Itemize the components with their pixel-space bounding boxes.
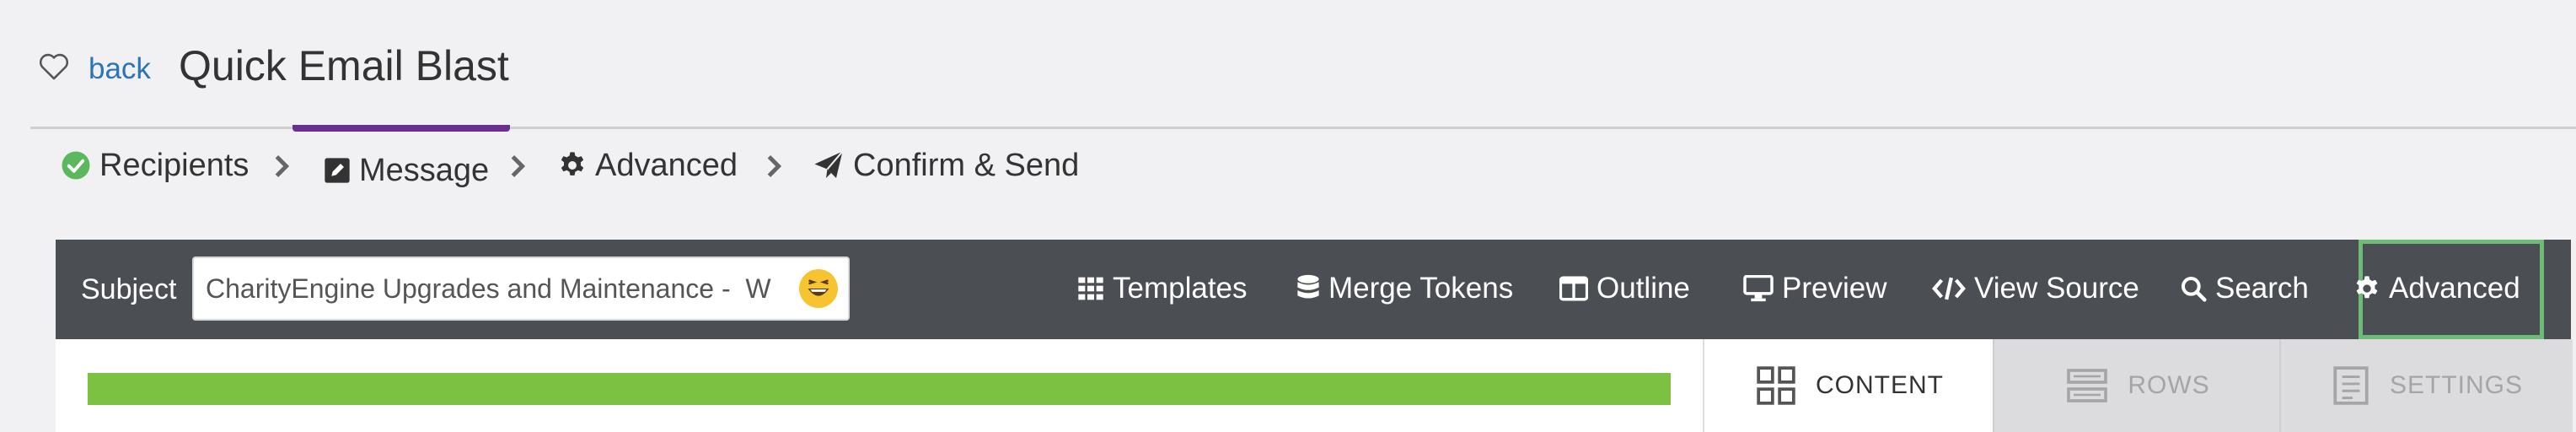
back-link[interactable]: back	[89, 49, 151, 89]
step-confirm-send[interactable]: Confirm & Send	[813, 140, 1079, 191]
tab-settings-label: SETTINGS	[2389, 371, 2523, 399]
columns-icon	[1559, 276, 1588, 301]
check-circle-icon	[61, 150, 91, 181]
wizard-steps: Recipients Message Advanced Confirm & Se…	[0, 128, 2576, 196]
code-icon	[1932, 275, 1966, 302]
step-message[interactable]: Message	[324, 145, 489, 196]
search-label: Search	[2215, 272, 2309, 305]
tab-content[interactable]: CONTENT	[1703, 339, 1994, 432]
outline-button[interactable]: Outline	[1559, 265, 1690, 312]
emoji-picker-icon[interactable]	[799, 269, 838, 308]
search-icon	[2180, 275, 2207, 302]
paper-plane-icon	[813, 150, 845, 181]
content-block-bar[interactable]	[88, 373, 1671, 405]
view-source-button[interactable]: View Source	[1932, 265, 2139, 312]
tab-rows-label: ROWS	[2128, 371, 2210, 399]
editor-toolbar: Subject Templates Merge Tokens Outline P…	[56, 240, 2571, 339]
settings-doc-icon	[2331, 364, 2371, 407]
favorite-heart-icon[interactable]	[37, 49, 71, 83]
merge-tokens-label: Merge Tokens	[1328, 272, 1514, 305]
monitor-icon	[1743, 275, 1774, 302]
tab-rows[interactable]: ROWS	[1993, 339, 2281, 432]
step-label: Recipients	[99, 147, 250, 183]
step-recipients[interactable]: Recipients	[61, 140, 249, 191]
outline-label: Outline	[1597, 272, 1690, 305]
email-canvas[interactable]	[56, 339, 1703, 432]
tab-settings[interactable]: SETTINGS	[2279, 339, 2573, 432]
merge-tokens-button[interactable]: Merge Tokens	[1296, 265, 1513, 312]
edit-icon	[324, 157, 351, 184]
advanced-button[interactable]: Advanced	[2353, 265, 2520, 312]
step-advanced[interactable]: Advanced	[558, 140, 738, 191]
content-grid-icon	[1755, 364, 1797, 407]
chevron-right-icon	[764, 152, 784, 181]
page-title: Quick Email Blast	[179, 42, 509, 89]
search-button[interactable]: Search	[2180, 265, 2309, 312]
database-icon	[1296, 274, 1320, 303]
active-step-indicator	[292, 125, 510, 132]
subject-input[interactable]	[192, 256, 850, 321]
chevron-right-icon	[271, 152, 292, 181]
preview-label: Preview	[1782, 272, 1887, 305]
templates-label: Templates	[1113, 272, 1248, 305]
view-source-label: View Source	[1974, 272, 2139, 305]
page-header: back Quick Email Blast	[0, 0, 2576, 128]
tab-content-label: CONTENT	[1816, 371, 1944, 399]
gear-icon	[2353, 275, 2380, 302]
step-label: Message	[359, 152, 490, 188]
rows-icon	[2065, 364, 2109, 407]
chevron-right-icon	[507, 152, 528, 181]
step-label: Advanced	[595, 147, 738, 183]
preview-button[interactable]: Preview	[1743, 265, 1886, 312]
grid-icon	[1077, 275, 1104, 302]
templates-button[interactable]: Templates	[1077, 265, 1248, 312]
subject-label: Subject	[81, 273, 177, 305]
step-label: Confirm & Send	[853, 147, 1080, 183]
advanced-label: Advanced	[2389, 272, 2520, 305]
side-panel-tabs: CONTENT ROWS SETTINGS	[1703, 339, 2573, 432]
gear-icon	[558, 151, 587, 180]
